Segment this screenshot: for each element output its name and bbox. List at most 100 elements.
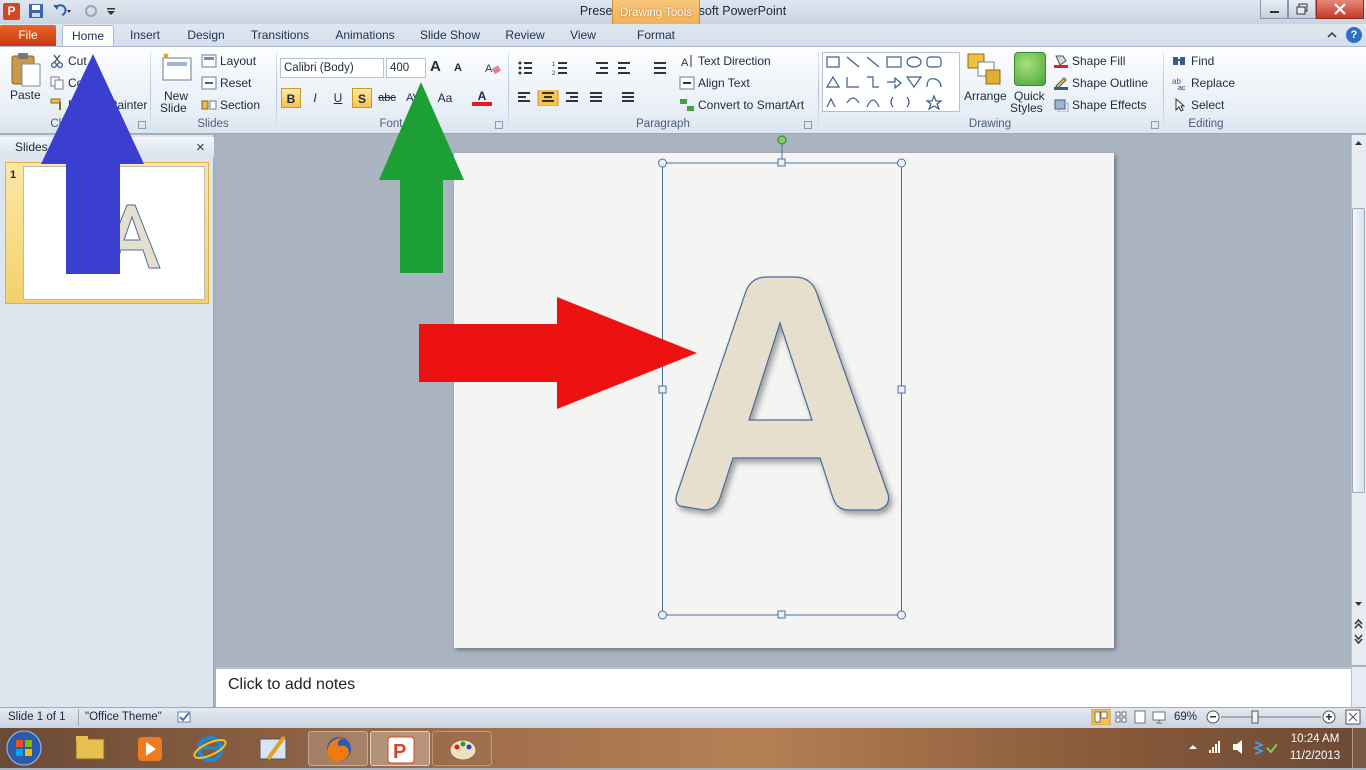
redo-icon[interactable] <box>83 3 99 19</box>
undo-icon[interactable] <box>50 3 72 19</box>
theme-name[interactable]: "Office Theme" <box>85 711 162 723</box>
close-window-button[interactable] <box>1316 0 1364 19</box>
alignment-buttons[interactable] <box>516 87 646 107</box>
font-color-button[interactable]: A <box>472 86 492 106</box>
list-and-indent-buttons[interactable]: 12 <box>516 60 676 77</box>
taskbar-firefox[interactable] <box>308 731 368 766</box>
new-slide-label-2[interactable]: Slide <box>160 101 187 115</box>
tab-review[interactable]: Review <box>498 25 552 46</box>
save-icon[interactable] <box>28 3 44 19</box>
convert-smartart-button[interactable]: Convert to SmartArt <box>698 98 804 112</box>
notes-pane[interactable] <box>216 667 1351 707</box>
tab-animations[interactable]: Animations <box>328 25 402 46</box>
shape-effects-icon[interactable] <box>1053 98 1069 113</box>
new-slide-icon[interactable] <box>160 52 194 86</box>
spell-check-icon[interactable] <box>176 709 194 725</box>
close-pane-icon[interactable]: × <box>196 139 205 156</box>
tab-design[interactable]: Design <box>180 25 232 46</box>
reset-button[interactable]: Reset <box>220 76 251 90</box>
start-button[interactable] <box>4 729 44 767</box>
font-size-combo[interactable]: 400 <box>386 58 426 78</box>
tab-home[interactable]: Home <box>62 25 114 46</box>
tab-file[interactable]: File <box>0 25 56 46</box>
shape-effects-button[interactable]: Shape Effects <box>1072 98 1147 112</box>
align-text-button[interactable]: Align Text <box>698 76 750 90</box>
font-name-combo[interactable]: Calibri (Body) <box>280 58 384 78</box>
taskbar-paint[interactable] <box>432 731 492 766</box>
taskbar-internet-explorer[interactable] <box>180 731 240 766</box>
tray-icons[interactable] <box>1207 739 1278 755</box>
resize-handle-bottom[interactable] <box>777 610 786 619</box>
quick-styles-icon[interactable] <box>1014 52 1046 86</box>
shape-fill-icon[interactable] <box>1053 54 1069 68</box>
grow-font-button[interactable]: A <box>430 58 441 75</box>
font-dialog-launcher[interactable] <box>495 121 503 129</box>
shrink-font-button[interactable]: A <box>454 62 462 74</box>
scroll-down-icon[interactable] <box>1353 598 1364 608</box>
minimize-button[interactable] <box>1260 0 1288 19</box>
reset-icon[interactable] <box>201 76 217 90</box>
resize-handle-bottom-right[interactable] <box>897 610 906 620</box>
find-icon[interactable] <box>1172 54 1188 68</box>
shape-outline-icon[interactable] <box>1053 76 1069 90</box>
tray-show-hidden-icon[interactable] <box>1186 741 1200 753</box>
scroll-up-icon[interactable] <box>1353 137 1364 147</box>
paragraph-dialog-launcher[interactable] <box>804 121 812 129</box>
shape-outline-button[interactable]: Shape Outline <box>1072 76 1148 90</box>
previous-slide-icon[interactable] <box>1353 618 1364 630</box>
minimize-ribbon-icon[interactable] <box>1326 29 1338 41</box>
text-direction-icon[interactable]: A <box>679 54 695 69</box>
paste-button[interactable]: Paste <box>10 88 41 102</box>
resize-handle-bottom-left[interactable] <box>658 610 667 620</box>
shapes-gallery[interactable] <box>822 52 960 112</box>
find-button[interactable]: Find <box>1191 54 1214 68</box>
paste-icon[interactable] <box>8 52 42 88</box>
resize-handle-top-right[interactable] <box>897 158 906 168</box>
tab-transitions[interactable]: Transitions <box>244 25 316 46</box>
zoom-level[interactable]: 69% <box>1174 711 1197 723</box>
zoom-slider[interactable] <box>1205 709 1339 725</box>
select-cursor-icon[interactable] <box>1172 97 1188 112</box>
drawing-dialog-launcher[interactable] <box>1151 121 1159 129</box>
scroll-thumb[interactable] <box>1352 208 1365 493</box>
align-text-icon[interactable] <box>679 76 695 90</box>
tab-format[interactable]: Format <box>612 25 700 46</box>
shape-fill-button[interactable]: Shape Fill <box>1072 54 1125 68</box>
layout-button[interactable]: Layout <box>220 54 256 68</box>
powerpoint-app-icon[interactable]: P <box>3 3 20 20</box>
next-slide-icon[interactable] <box>1353 633 1364 645</box>
tab-slide-show[interactable]: Slide Show <box>414 25 486 46</box>
tab-insert[interactable]: Insert <box>122 25 168 46</box>
bold-button[interactable]: B <box>281 88 301 108</box>
taskbar-powerpoint[interactable]: P <box>370 731 430 766</box>
restore-button[interactable] <box>1288 0 1316 19</box>
resize-handle-top[interactable] <box>777 158 786 167</box>
quick-styles-label-2[interactable]: Styles <box>1010 101 1043 115</box>
help-icon[interactable]: ? <box>1346 27 1362 43</box>
smartart-icon[interactable] <box>679 98 695 112</box>
text-shadow-button[interactable]: S <box>352 88 372 108</box>
section-icon[interactable] <box>201 98 217 112</box>
resize-handle-right[interactable] <box>897 385 906 394</box>
layout-icon[interactable] <box>201 54 217 68</box>
notes-scrollbar[interactable] <box>1351 667 1366 707</box>
underline-button[interactable]: U <box>328 88 348 108</box>
fit-slide-icon[interactable] <box>1345 709 1361 725</box>
taskbar-paint-tool[interactable] <box>244 731 304 766</box>
arrange-button[interactable]: Arrange <box>964 89 1007 103</box>
tab-view[interactable]: View <box>562 25 604 46</box>
notes-placeholder[interactable]: Click to add notes <box>228 676 355 694</box>
text-direction-button[interactable]: Text Direction <box>698 54 771 68</box>
italic-button[interactable]: I <box>305 88 325 108</box>
tray-date[interactable]: 11/2/2013 <box>1282 750 1348 762</box>
show-desktop-button[interactable] <box>1352 728 1366 768</box>
replace-button[interactable]: Replace <box>1191 76 1235 90</box>
replace-icon[interactable]: ab ac <box>1172 76 1188 92</box>
section-button[interactable]: Section <box>220 98 260 112</box>
customize-toolbar-icon[interactable] <box>106 6 116 16</box>
rotation-handle[interactable] <box>777 135 787 145</box>
taskbar-explorer[interactable] <box>60 731 120 766</box>
arrange-icon[interactable] <box>966 52 1002 88</box>
select-button[interactable]: Select <box>1191 98 1224 112</box>
tray-time[interactable]: 10:24 AM <box>1285 733 1345 745</box>
